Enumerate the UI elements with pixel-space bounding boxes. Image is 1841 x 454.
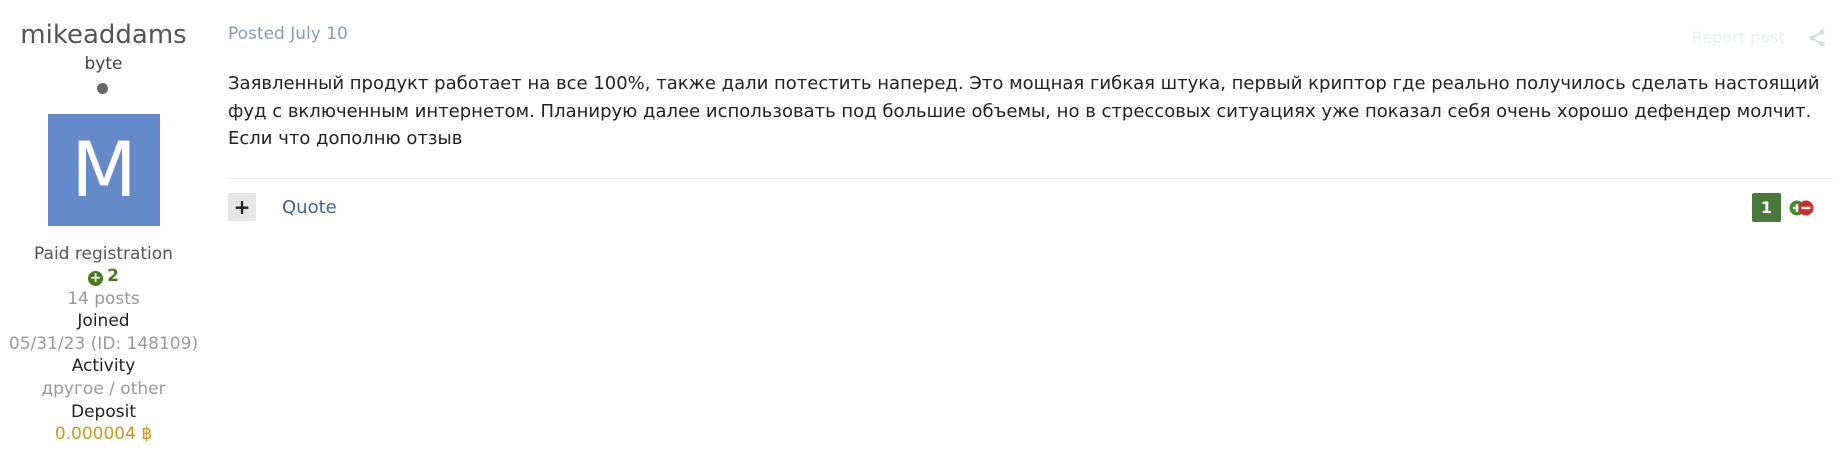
reputation-vote-icon[interactable] [1788,198,1816,218]
author-name[interactable]: mikeaddams [0,18,207,52]
activity-label: Activity [71,356,136,376]
online-status-icon [97,83,108,94]
post-date[interactable]: Posted July 10 [228,24,348,44]
report-post-link[interactable]: Report post [1692,28,1785,47]
divider [228,178,1833,179]
post-count: 14 posts [67,289,140,309]
author-title: byte [84,54,123,74]
joined-label: Joined [77,311,130,331]
reputation-badge: +2 [0,265,207,287]
activity-value: другое / other [41,379,166,399]
joined-value: 05/31/23 (ID: 148109) [8,334,199,354]
multiquote-button[interactable]: + [228,193,256,221]
deposit-label: Deposit [71,402,136,422]
deposit-value: 0.000004 ฿ [54,424,153,444]
post-panel: Posted July 10 Report post Заявленный пр… [207,0,1841,454]
share-icon[interactable] [1807,28,1827,48]
avatar[interactable]: M [48,114,160,226]
plus-circle-icon: + [88,270,104,286]
member-group: Paid registration [34,244,173,264]
post-content: Заявленный продукт работает на все 100%,… [228,73,1820,149]
author-panel: mikeaddams byte M Paid registration +2 1… [0,0,207,454]
reputation-count: 1 [1752,193,1781,222]
quote-button[interactable]: Quote [282,197,337,218]
reputation-value: 2 [107,266,119,286]
